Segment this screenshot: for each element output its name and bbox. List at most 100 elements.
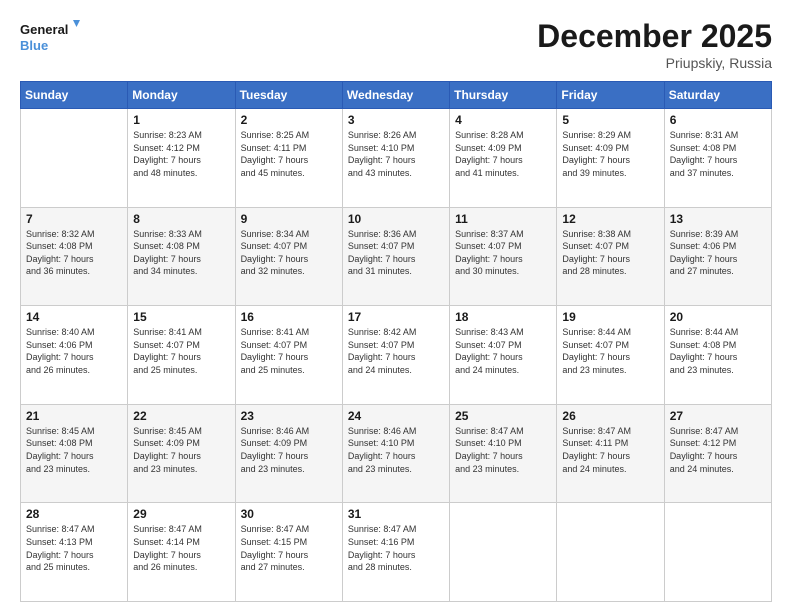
cell-day-number: 4	[455, 113, 551, 127]
logo: General Blue	[20, 18, 80, 56]
cell-info: Sunrise: 8:34 AM Sunset: 4:07 PM Dayligh…	[241, 228, 337, 278]
col-header-friday: Friday	[557, 82, 664, 109]
cell-day-number: 19	[562, 310, 658, 324]
cell-day-number: 28	[26, 507, 122, 521]
calendar-cell: 27 Sunrise: 8:47 AM Sunset: 4:12 PM Dayli…	[664, 404, 771, 503]
calendar-table: SundayMondayTuesdayWednesdayThursdayFrid…	[20, 81, 772, 602]
cell-day-number: 22	[133, 409, 229, 423]
cell-info: Sunrise: 8:47 AM Sunset: 4:11 PM Dayligh…	[562, 425, 658, 475]
calendar-cell: 23 Sunrise: 8:46 AM Sunset: 4:09 PM Dayli…	[235, 404, 342, 503]
calendar-cell: 13 Sunrise: 8:39 AM Sunset: 4:06 PM Dayli…	[664, 207, 771, 306]
col-header-thursday: Thursday	[450, 82, 557, 109]
calendar-cell: 18 Sunrise: 8:43 AM Sunset: 4:07 PM Dayli…	[450, 306, 557, 405]
cell-day-number: 8	[133, 212, 229, 226]
calendar-cell: 31Sunrise: 8:47 AM Sunset: 4:16 PM Dayli…	[342, 503, 449, 602]
cell-day-number: 14	[26, 310, 122, 324]
cell-info: Sunrise: 8:45 AM Sunset: 4:09 PM Dayligh…	[133, 425, 229, 475]
cell-info: Sunrise: 8:25 AM Sunset: 4:11 PM Dayligh…	[241, 129, 337, 179]
calendar-cell: 3Sunrise: 8:26 AM Sunset: 4:10 PM Daylig…	[342, 109, 449, 208]
calendar-cell	[557, 503, 664, 602]
calendar-cell: 14 Sunrise: 8:40 AM Sunset: 4:06 PM Dayli…	[21, 306, 128, 405]
location: Priupskiy, Russia	[537, 55, 772, 71]
cell-info: Sunrise: 8:41 AM Sunset: 4:07 PM Dayligh…	[241, 326, 337, 376]
cell-day-number: 5	[562, 113, 658, 127]
cell-info: Sunrise: 8:43 AM Sunset: 4:07 PM Dayligh…	[455, 326, 551, 376]
cell-day-number: 20	[670, 310, 766, 324]
cell-info: Sunrise: 8:44 AM Sunset: 4:07 PM Dayligh…	[562, 326, 658, 376]
cell-day-number: 25	[455, 409, 551, 423]
cell-day-number: 12	[562, 212, 658, 226]
cell-day-number: 31	[348, 507, 444, 521]
col-header-wednesday: Wednesday	[342, 82, 449, 109]
calendar-cell	[664, 503, 771, 602]
calendar-cell: 4 Sunrise: 8:28 AM Sunset: 4:09 PM Daylig…	[450, 109, 557, 208]
cell-info: Sunrise: 8:28 AM Sunset: 4:09 PM Dayligh…	[455, 129, 551, 179]
cell-info: Sunrise: 8:47 AM Sunset: 4:12 PM Dayligh…	[670, 425, 766, 475]
cell-info: Sunrise: 8:45 AM Sunset: 4:08 PM Dayligh…	[26, 425, 122, 475]
cell-day-number: 17	[348, 310, 444, 324]
calendar-cell: 11Sunrise: 8:37 AM Sunset: 4:07 PM Dayli…	[450, 207, 557, 306]
week-row-5: 28 Sunrise: 8:47 AM Sunset: 4:13 PM Dayli…	[21, 503, 772, 602]
cell-day-number: 18	[455, 310, 551, 324]
cell-day-number: 30	[241, 507, 337, 521]
cell-info: Sunrise: 8:36 AM Sunset: 4:07 PM Dayligh…	[348, 228, 444, 278]
cell-day-number: 21	[26, 409, 122, 423]
calendar-cell	[21, 109, 128, 208]
calendar-cell: 5 Sunrise: 8:29 AM Sunset: 4:09 PM Daylig…	[557, 109, 664, 208]
header: General Blue December 2025 Priupskiy, Ru…	[20, 18, 772, 71]
cell-day-number: 3	[348, 113, 444, 127]
calendar-cell: 30 Sunrise: 8:47 AM Sunset: 4:15 PM Dayli…	[235, 503, 342, 602]
col-header-monday: Monday	[128, 82, 235, 109]
cell-info: Sunrise: 8:42 AM Sunset: 4:07 PM Dayligh…	[348, 326, 444, 376]
calendar-cell: 9 Sunrise: 8:34 AM Sunset: 4:07 PM Daylig…	[235, 207, 342, 306]
week-row-1: 1 Sunrise: 8:23 AM Sunset: 4:12 PM Daylig…	[21, 109, 772, 208]
cell-info: Sunrise: 8:31 AM Sunset: 4:08 PM Dayligh…	[670, 129, 766, 179]
cell-day-number: 27	[670, 409, 766, 423]
cell-day-number: 1	[133, 113, 229, 127]
cell-info: Sunrise: 8:29 AM Sunset: 4:09 PM Dayligh…	[562, 129, 658, 179]
calendar-cell: 20Sunrise: 8:44 AM Sunset: 4:08 PM Dayli…	[664, 306, 771, 405]
week-row-4: 21 Sunrise: 8:45 AM Sunset: 4:08 PM Dayli…	[21, 404, 772, 503]
calendar-cell: 29 Sunrise: 8:47 AM Sunset: 4:14 PM Dayli…	[128, 503, 235, 602]
svg-text:Blue: Blue	[20, 38, 48, 53]
calendar-cell: 15 Sunrise: 8:41 AM Sunset: 4:07 PM Dayli…	[128, 306, 235, 405]
cell-day-number: 29	[133, 507, 229, 521]
calendar-cell: 28 Sunrise: 8:47 AM Sunset: 4:13 PM Dayli…	[21, 503, 128, 602]
cell-info: Sunrise: 8:41 AM Sunset: 4:07 PM Dayligh…	[133, 326, 229, 376]
svg-text:General: General	[20, 22, 68, 37]
cell-day-number: 10	[348, 212, 444, 226]
page: General Blue December 2025 Priupskiy, Ru…	[0, 0, 792, 612]
cell-day-number: 16	[241, 310, 337, 324]
calendar-cell: 2 Sunrise: 8:25 AM Sunset: 4:11 PM Daylig…	[235, 109, 342, 208]
calendar-cell: 7Sunrise: 8:32 AM Sunset: 4:08 PM Daylig…	[21, 207, 128, 306]
calendar-cell: 17 Sunrise: 8:42 AM Sunset: 4:07 PM Dayli…	[342, 306, 449, 405]
calendar-header-row: SundayMondayTuesdayWednesdayThursdayFrid…	[21, 82, 772, 109]
cell-day-number: 6	[670, 113, 766, 127]
cell-info: Sunrise: 8:40 AM Sunset: 4:06 PM Dayligh…	[26, 326, 122, 376]
cell-info: Sunrise: 8:47 AM Sunset: 4:14 PM Dayligh…	[133, 523, 229, 573]
week-row-2: 7Sunrise: 8:32 AM Sunset: 4:08 PM Daylig…	[21, 207, 772, 306]
calendar-cell	[450, 503, 557, 602]
cell-day-number: 15	[133, 310, 229, 324]
cell-info: Sunrise: 8:23 AM Sunset: 4:12 PM Dayligh…	[133, 129, 229, 179]
cell-day-number: 13	[670, 212, 766, 226]
cell-day-number: 7	[26, 212, 122, 226]
calendar-cell: 1 Sunrise: 8:23 AM Sunset: 4:12 PM Daylig…	[128, 109, 235, 208]
cell-info: Sunrise: 8:47 AM Sunset: 4:15 PM Dayligh…	[241, 523, 337, 573]
cell-info: Sunrise: 8:47 AM Sunset: 4:13 PM Dayligh…	[26, 523, 122, 573]
calendar-cell: 8Sunrise: 8:33 AM Sunset: 4:08 PM Daylig…	[128, 207, 235, 306]
title-block: December 2025 Priupskiy, Russia	[537, 18, 772, 71]
cell-day-number: 2	[241, 113, 337, 127]
calendar-cell: 12 Sunrise: 8:38 AM Sunset: 4:07 PM Dayli…	[557, 207, 664, 306]
cell-day-number: 9	[241, 212, 337, 226]
cell-day-number: 23	[241, 409, 337, 423]
cell-day-number: 26	[562, 409, 658, 423]
cell-info: Sunrise: 8:39 AM Sunset: 4:06 PM Dayligh…	[670, 228, 766, 278]
cell-info: Sunrise: 8:38 AM Sunset: 4:07 PM Dayligh…	[562, 228, 658, 278]
cell-info: Sunrise: 8:47 AM Sunset: 4:10 PM Dayligh…	[455, 425, 551, 475]
cell-info: Sunrise: 8:46 AM Sunset: 4:09 PM Dayligh…	[241, 425, 337, 475]
calendar-cell: 24Sunrise: 8:46 AM Sunset: 4:10 PM Dayli…	[342, 404, 449, 503]
calendar-cell: 22 Sunrise: 8:45 AM Sunset: 4:09 PM Dayli…	[128, 404, 235, 503]
col-header-sunday: Sunday	[21, 82, 128, 109]
month-title: December 2025	[537, 18, 772, 55]
